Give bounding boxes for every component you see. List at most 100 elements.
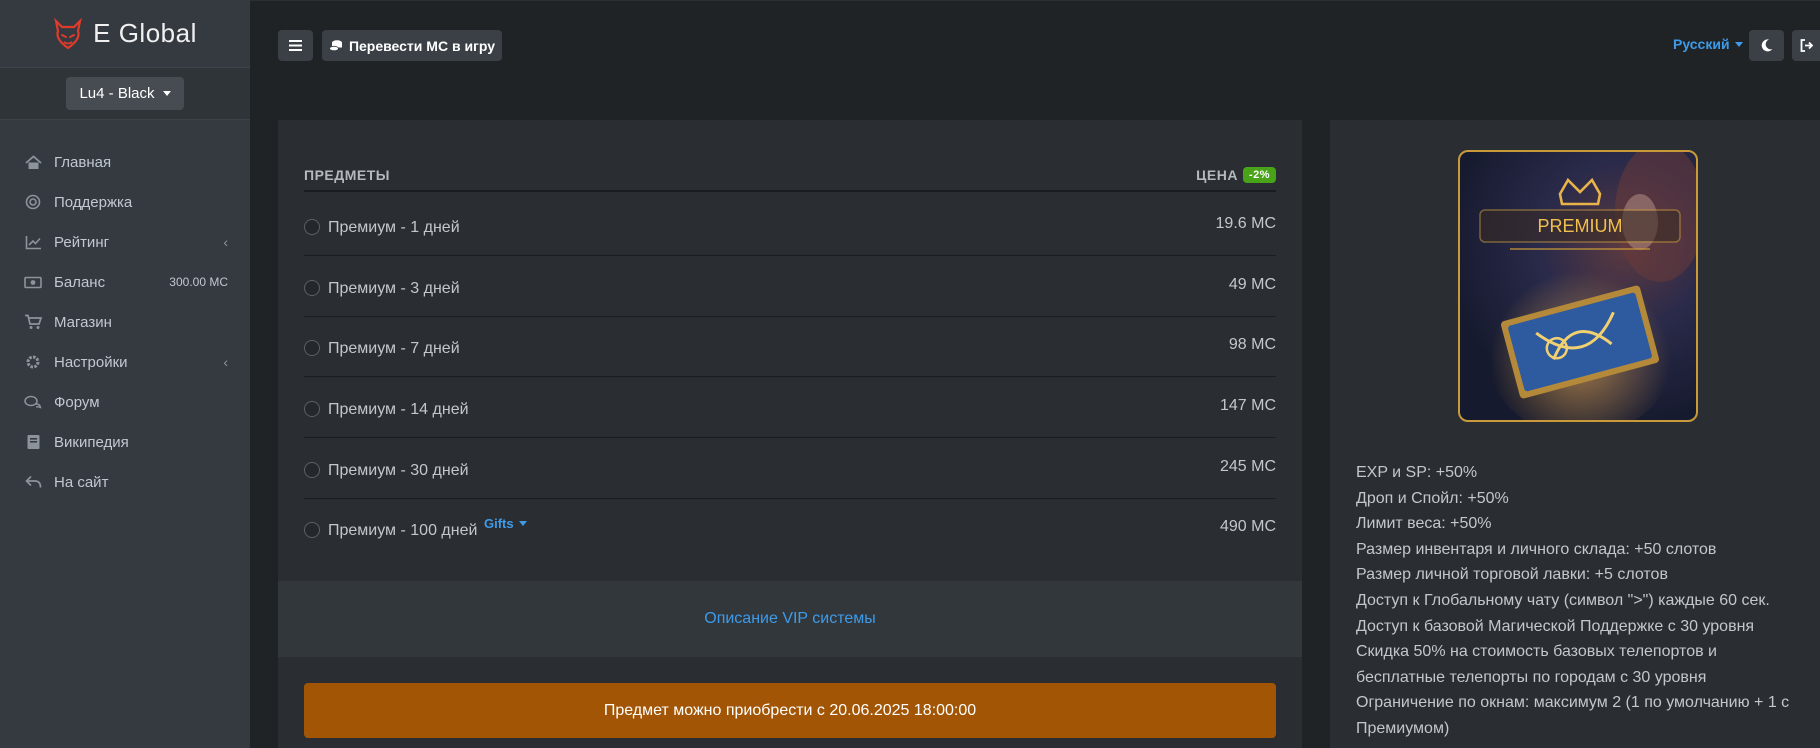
home-icon xyxy=(24,153,42,171)
table-header: ПРЕДМЕТЫ ЦЕНА -2% xyxy=(304,160,1276,192)
reply-icon xyxy=(24,473,42,491)
sidebar-item-wiki[interactable]: Википедия xyxy=(0,422,250,462)
server-selector-label: Lu4 - Black xyxy=(79,85,155,102)
caret-down-icon xyxy=(162,91,171,96)
items-card: ПРЕДМЕТЫ ЦЕНА -2% Премиум - 1 дней 19.6 … xyxy=(278,120,1302,748)
sidebar-item-support[interactable]: Поддержка xyxy=(0,182,250,222)
server-selector-wrap: Lu4 - Black xyxy=(0,68,250,120)
sidebar-item-settings[interactable]: Настройки ‹ xyxy=(0,342,250,382)
gifts-label: Gifts xyxy=(484,516,514,531)
item-radio[interactable] xyxy=(304,462,320,478)
sidebar-item-balance[interactable]: Баланс 300.00 MC xyxy=(0,262,250,302)
premium-info-card: PREMIUM EXP и SP: +50% Дроп и Спойл: +50… xyxy=(1330,120,1820,748)
chevron-left-icon: ‹ xyxy=(223,354,228,370)
sidebar-item-label: Главная xyxy=(54,153,112,171)
brand-link[interactable]: E Global xyxy=(0,0,250,68)
language-label: Русский xyxy=(1673,36,1730,52)
server-selector[interactable]: Lu4 - Black xyxy=(66,77,184,110)
chevron-left-icon: ‹ xyxy=(223,234,228,250)
table-row[interactable]: Премиум - 14 дней 147 MC xyxy=(304,377,1276,438)
money-icon xyxy=(24,273,42,291)
sidebar-item-label: Форум xyxy=(54,393,100,411)
discount-badge: -2% xyxy=(1242,167,1276,183)
benefit-item: Доступ к Глобальному чату (символ ">") к… xyxy=(1356,591,1770,609)
sidebar-item-forum[interactable]: Форум xyxy=(0,382,250,422)
sidebar-item-home[interactable]: Главная xyxy=(0,142,250,182)
sidebar-item-label: Википедия xyxy=(54,433,129,451)
benefit-item: Скидка 50% на стоимость базовых телепорт… xyxy=(1356,643,1717,686)
vip-description-strip: Описание VIP системы xyxy=(278,581,1302,657)
transfer-mc-button[interactable]: Перевести MC в игру xyxy=(322,30,502,61)
column-header-price: ЦЕНА xyxy=(1196,167,1238,183)
availability-notice: Предмет можно приобрести с 20.06.2025 18… xyxy=(304,683,1276,738)
sidebar-nav: Главная Поддержка Рейтинг ‹ Баланс 300.0… xyxy=(0,120,250,502)
moon-icon xyxy=(1761,39,1772,52)
vip-description-link[interactable]: Описание VIP системы xyxy=(704,610,876,628)
item-label: Премиум - 14 дней xyxy=(328,401,469,418)
item-radio[interactable] xyxy=(304,401,320,417)
gifts-dropdown[interactable]: Gifts xyxy=(484,516,527,531)
sidebar-item-site[interactable]: На сайт xyxy=(0,462,250,502)
caret-down-icon xyxy=(1734,41,1743,47)
sidebar-item-label: Баланс xyxy=(54,273,106,291)
column-header-price-wrap: ЦЕНА -2% xyxy=(1196,167,1276,183)
column-header-items: ПРЕДМЕТЫ xyxy=(304,167,390,183)
sidebar-item-label: Настройки xyxy=(54,353,128,371)
chart-line-icon xyxy=(24,233,42,251)
sidebar-item-label: Поддержка xyxy=(54,193,133,211)
premium-benefits-list: EXP и SP: +50% Дроп и Спойл: +50% Лимит … xyxy=(1356,460,1806,742)
benefit-item: EXP и SP: +50% xyxy=(1356,464,1478,481)
comments-icon xyxy=(24,393,42,411)
benefit-item: Размер инвентаря и личного склада: +50 с… xyxy=(1356,540,1717,558)
item-label: Премиум - 100 дней xyxy=(328,522,478,539)
benefit-item: Ограничение по окнам: максимум 2 (1 по у… xyxy=(1356,694,1790,737)
benefit-item: Лимит веса: +50% xyxy=(1356,515,1492,533)
table-row[interactable]: Премиум - 3 дней 49 MC xyxy=(304,256,1276,317)
table-row[interactable]: Премиум - 7 дней 98 MC xyxy=(304,316,1276,377)
premium-image: PREMIUM xyxy=(1458,150,1698,422)
table-row[interactable]: Премиум - 100 дней Gifts 490 MC xyxy=(304,498,1276,559)
dark-mode-toggle[interactable] xyxy=(1749,30,1784,61)
item-price: 147 MC xyxy=(1219,397,1276,414)
sidebar: E Global Lu4 - Black Главная Поддержка Р… xyxy=(0,0,250,748)
sidebar-item-label: Магазин xyxy=(54,313,112,331)
balance-amount: 300.00 MC xyxy=(169,275,228,289)
hamburger-icon xyxy=(289,40,302,51)
item-label: Премиум - 7 дней xyxy=(328,340,460,357)
lifebuoy-icon xyxy=(24,193,42,211)
item-radio[interactable] xyxy=(304,280,320,296)
item-radio[interactable] xyxy=(304,522,320,538)
item-price: 19.6 MC xyxy=(1215,215,1276,232)
top-navbar: Перевести MC в игру Русский xyxy=(250,0,1820,90)
benefit-item: Дроп и Спойл: +50% xyxy=(1356,489,1509,507)
item-label: Премиум - 1 дней xyxy=(328,219,460,236)
item-label: Премиум - 3 дней xyxy=(328,280,460,297)
benefit-item: Размер личной торговой лавки: +5 слотов xyxy=(1356,566,1668,584)
sidebar-item-label: Рейтинг xyxy=(54,233,110,251)
cart-icon xyxy=(24,313,42,331)
item-radio[interactable] xyxy=(304,340,320,356)
coins-icon xyxy=(329,39,342,51)
table-row[interactable]: Премиум - 30 дней 245 MC xyxy=(304,438,1276,499)
benefit-item: Доступ к базовой Магической Поддержке с … xyxy=(1356,617,1755,635)
availability-notice-text: Предмет можно приобрести с 20.06.2025 18… xyxy=(603,701,977,719)
table-row[interactable]: Премиум - 1 дней 19.6 MC xyxy=(304,195,1276,256)
logout-button[interactable] xyxy=(1792,30,1820,61)
item-price: 49 MC xyxy=(1228,276,1276,293)
premium-artwork: PREMIUM xyxy=(1479,152,1696,420)
premium-badge-text: PREMIUM xyxy=(1538,216,1623,236)
devil-logo-icon xyxy=(54,17,82,49)
sidebar-item-shop[interactable]: Магазин xyxy=(0,302,250,342)
item-label: Премиум - 30 дней xyxy=(328,462,469,479)
sidebar-item-label: На сайт xyxy=(54,473,109,491)
sidebar-item-rating[interactable]: Рейтинг ‹ xyxy=(0,222,250,262)
gear-icon xyxy=(24,353,42,371)
book-icon xyxy=(24,433,42,451)
caret-down-icon xyxy=(518,521,527,526)
item-price: 98 MC xyxy=(1228,336,1276,353)
item-price: 490 MC xyxy=(1219,518,1276,535)
language-selector[interactable]: Русский xyxy=(1673,36,1743,52)
item-radio[interactable] xyxy=(304,219,320,235)
menu-toggle-button[interactable] xyxy=(278,30,313,61)
crown-icon xyxy=(1558,177,1602,206)
